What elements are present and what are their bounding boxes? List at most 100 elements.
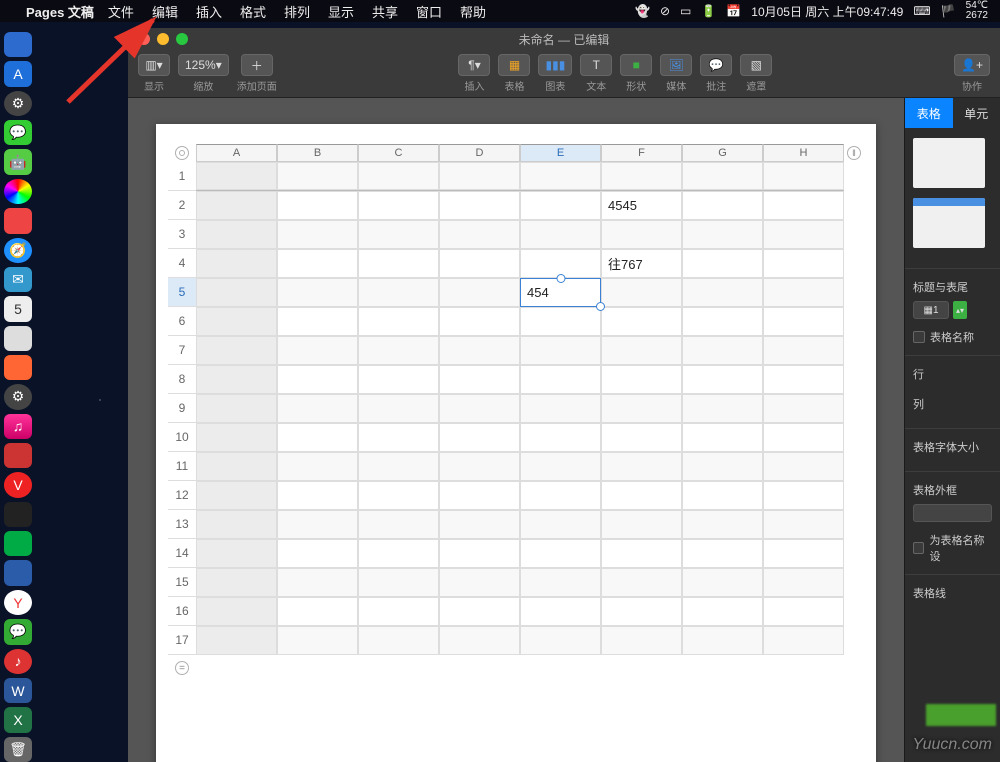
cell-C13[interactable]: [358, 510, 439, 539]
cell-G12[interactable]: [682, 481, 763, 510]
row-header-15[interactable]: 15: [168, 568, 196, 597]
dock-app6[interactable]: [4, 531, 32, 556]
comment-button[interactable]: 💬批注: [700, 54, 732, 93]
cell-C5[interactable]: [358, 278, 439, 307]
cell-E8[interactable]: [520, 365, 601, 394]
cell-D7[interactable]: [439, 336, 520, 365]
table-handle-bottomleft[interactable]: =: [175, 661, 189, 675]
cell-C2[interactable]: [358, 191, 439, 220]
display-icon[interactable]: ▭: [680, 4, 691, 18]
dock-trash[interactable]: 🗑: [4, 737, 32, 762]
header-rows-stepper[interactable]: ▦ 1 ▴▾: [913, 301, 992, 319]
menu-file[interactable]: 文件: [108, 2, 134, 21]
dock-word[interactable]: W: [4, 678, 32, 703]
cell-G4[interactable]: [682, 249, 763, 278]
cell-C7[interactable]: [358, 336, 439, 365]
cell-C15[interactable]: [358, 568, 439, 597]
mask-button[interactable]: ▧遮罩: [740, 54, 772, 93]
cell-E11[interactable]: [520, 452, 601, 481]
menu-arrange[interactable]: 排列: [284, 2, 310, 21]
text-button[interactable]: T文本: [580, 54, 612, 93]
cell-A2[interactable]: [196, 191, 277, 220]
col-header-E[interactable]: E: [520, 144, 601, 162]
cell-B8[interactable]: [277, 365, 358, 394]
cell-H1[interactable]: [763, 162, 844, 190]
col-header-G[interactable]: G: [682, 144, 763, 162]
cell-F12[interactable]: [601, 481, 682, 510]
cell-B3[interactable]: [277, 220, 358, 249]
menu-format[interactable]: 格式: [240, 2, 266, 21]
shape-button[interactable]: ■形状: [620, 54, 652, 93]
cell-G11[interactable]: [682, 452, 763, 481]
cell-A9[interactable]: [196, 394, 277, 423]
cell-E1[interactable]: [520, 162, 601, 190]
cell-C8[interactable]: [358, 365, 439, 394]
cell-D15[interactable]: [439, 568, 520, 597]
cell-F10[interactable]: [601, 423, 682, 452]
dock-appstore[interactable]: A: [4, 61, 32, 86]
cell-H17[interactable]: [763, 626, 844, 655]
cell-H5[interactable]: [763, 278, 844, 307]
cell-E9[interactable]: [520, 394, 601, 423]
row-header-14[interactable]: 14: [168, 539, 196, 568]
cell-B11[interactable]: [277, 452, 358, 481]
cell-A14[interactable]: [196, 539, 277, 568]
cell-B2[interactable]: [277, 191, 358, 220]
zoom-button[interactable]: [176, 33, 188, 45]
dock-app1[interactable]: [4, 208, 32, 233]
dock-music[interactable]: ♫: [4, 414, 32, 439]
cell-B13[interactable]: [277, 510, 358, 539]
cell-D9[interactable]: [439, 394, 520, 423]
row-header-9[interactable]: 9: [168, 394, 196, 423]
view-button[interactable]: ▥▾显示: [138, 54, 170, 93]
cell-B17[interactable]: [277, 626, 358, 655]
menu-share[interactable]: 共享: [372, 2, 398, 21]
cell-A10[interactable]: [196, 423, 277, 452]
cell-E13[interactable]: [520, 510, 601, 539]
cell-C16[interactable]: [358, 597, 439, 626]
dock-calendar[interactable]: 5: [4, 296, 32, 321]
ghost-icon[interactable]: 👻: [635, 4, 650, 18]
menu-window[interactable]: 窗口: [416, 2, 442, 21]
cell-B12[interactable]: [277, 481, 358, 510]
cell-F16[interactable]: [601, 597, 682, 626]
cell-E7[interactable]: [520, 336, 601, 365]
dock-app2[interactable]: [4, 326, 32, 351]
cell-D5[interactable]: [439, 278, 520, 307]
cell-G6[interactable]: [682, 307, 763, 336]
row-header-10[interactable]: 10: [168, 423, 196, 452]
cell-B9[interactable]: [277, 394, 358, 423]
cell-A16[interactable]: [196, 597, 277, 626]
table-style-plain[interactable]: [913, 138, 985, 188]
cell-C9[interactable]: [358, 394, 439, 423]
dock-app5[interactable]: V: [4, 472, 32, 497]
dock-settings[interactable]: ⚙: [4, 91, 32, 116]
battery-icon[interactable]: 🔋: [701, 4, 716, 18]
cell-C6[interactable]: [358, 307, 439, 336]
cell-A7[interactable]: [196, 336, 277, 365]
cell-H16[interactable]: [763, 597, 844, 626]
dock-photos[interactable]: [4, 179, 32, 204]
cell-F7[interactable]: [601, 336, 682, 365]
row-header-8[interactable]: 8: [168, 365, 196, 394]
cell-A17[interactable]: [196, 626, 277, 655]
cell-F6[interactable]: [601, 307, 682, 336]
table-style-header[interactable]: [913, 198, 985, 248]
cell-H3[interactable]: [763, 220, 844, 249]
calendar-icon[interactable]: 📅: [726, 4, 741, 18]
dock-messages[interactable]: 💬: [4, 120, 32, 145]
cell-F11[interactable]: [601, 452, 682, 481]
dock-finder[interactable]: [4, 32, 32, 57]
cell-E17[interactable]: [520, 626, 601, 655]
table-button[interactable]: ▦表格: [498, 54, 530, 93]
cell-G17[interactable]: [682, 626, 763, 655]
close-button[interactable]: [138, 33, 150, 45]
cell-C17[interactable]: [358, 626, 439, 655]
compass-icon[interactable]: ⊘: [660, 4, 670, 18]
cell-F13[interactable]: [601, 510, 682, 539]
cell-B5[interactable]: [277, 278, 358, 307]
cell-E10[interactable]: [520, 423, 601, 452]
cell-G15[interactable]: [682, 568, 763, 597]
inspector-tab-cell[interactable]: 单元: [953, 98, 1000, 128]
dock-safari[interactable]: 🧭: [4, 238, 32, 263]
